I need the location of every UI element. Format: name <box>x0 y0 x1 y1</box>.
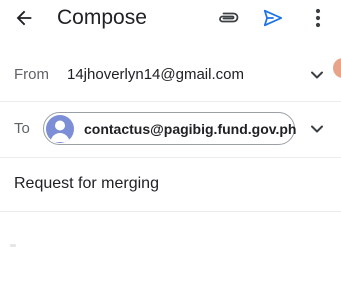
to-expand-button[interactable] <box>307 119 327 139</box>
more-vert-icon <box>315 8 321 28</box>
from-value[interactable]: 14jhoverlyn14@gmail.com <box>67 66 244 84</box>
divider <box>0 101 341 102</box>
avatar <box>46 114 74 143</box>
attach-button[interactable] <box>216 5 242 31</box>
to-label: To <box>14 120 30 137</box>
recipient-chip[interactable]: contactus@pagibig.fund.gov.ph <box>43 112 297 145</box>
subject-field[interactable]: Request for merging <box>14 174 159 194</box>
arrow-back-icon <box>16 10 32 26</box>
paperclip-icon <box>219 12 239 23</box>
chevron-down-icon <box>311 71 323 79</box>
from-expand-button[interactable] <box>307 65 327 85</box>
person-icon <box>50 120 70 142</box>
send-button[interactable] <box>260 5 286 31</box>
from-label: From <box>14 66 49 83</box>
chevron-down-icon <box>311 125 323 133</box>
compose-screen: Compose From 14jhoverlyn14@gmail.com To … <box>0 0 341 284</box>
app-bar: Compose <box>0 0 341 36</box>
page-title: Compose <box>57 6 147 29</box>
more-options-button[interactable] <box>308 5 328 31</box>
back-button[interactable] <box>10 4 38 32</box>
send-icon <box>263 9 283 27</box>
recipient-email: contactus@pagibig.fund.gov.ph <box>84 120 297 137</box>
divider <box>0 157 341 158</box>
text-cursor-mark <box>10 244 16 247</box>
from-row: From 14jhoverlyn14@gmail.com <box>0 66 341 86</box>
body-field[interactable] <box>0 212 341 284</box>
